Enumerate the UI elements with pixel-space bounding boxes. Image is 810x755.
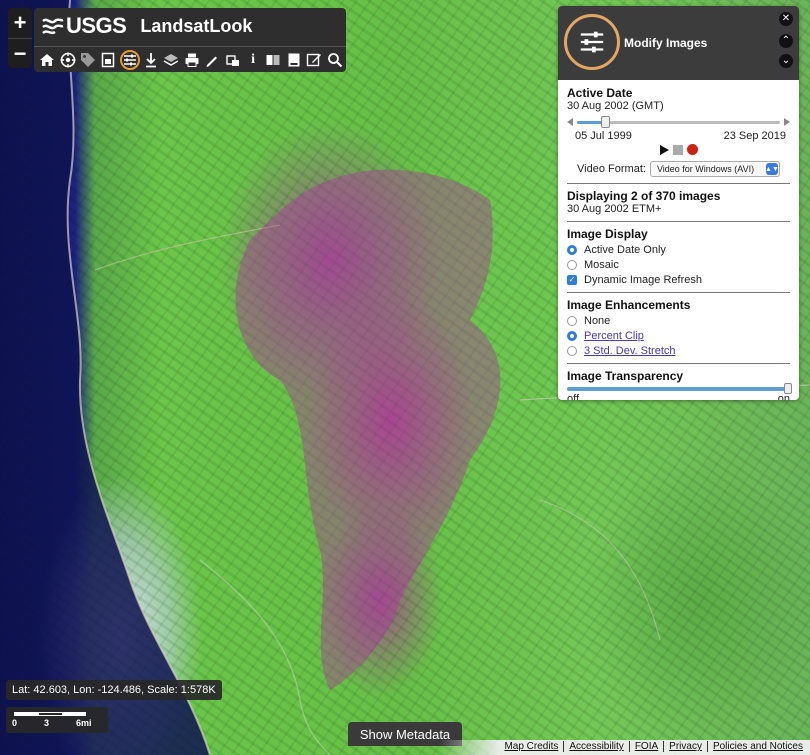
radio-label: Mosaic	[584, 258, 619, 271]
scale-label-6mi: 6mi	[76, 718, 92, 728]
radio-button[interactable]	[567, 330, 577, 341]
transparency-heading: Image Transparency	[567, 369, 684, 383]
range-start: 05 Jul 1999	[575, 130, 632, 142]
radio-button[interactable]	[567, 259, 577, 270]
sliders-icon[interactable]	[119, 49, 140, 70]
target-icon[interactable]	[58, 50, 76, 70]
close-button[interactable]: ✕	[779, 12, 793, 26]
radio-button[interactable]	[567, 244, 577, 255]
footer-link-map-credits[interactable]: Map Credits	[499, 741, 563, 752]
footer-link-accessibility[interactable]: Accessibility	[563, 741, 628, 752]
app-title: LandsatLook	[140, 15, 253, 36]
compare-icon[interactable]	[264, 50, 282, 70]
displaying-heading: Displaying 2 of 370 images	[567, 189, 721, 203]
download-icon[interactable]	[142, 50, 160, 70]
modify-images-icon	[564, 14, 620, 70]
divider	[567, 183, 790, 184]
app-header: USGS LandsatLook i	[34, 8, 346, 72]
video-format-value: Video for Windows (AVI)	[656, 164, 755, 174]
pencil-icon[interactable]	[203, 50, 221, 70]
scale-label-3: 3	[44, 718, 50, 728]
usgs-logo[interactable]: USGS	[42, 13, 127, 39]
search-icon[interactable]	[325, 50, 343, 70]
transparency-thumb[interactable]	[784, 383, 792, 394]
checkbox-dynamic-refresh[interactable]: ✓ Dynamic Image Refresh	[567, 273, 790, 286]
checkbox[interactable]: ✓	[567, 274, 577, 285]
radio-button[interactable]	[567, 315, 577, 326]
zoom-in-button[interactable]: +	[8, 8, 32, 38]
zoom-controls: + −	[8, 8, 32, 68]
slider-left-arrow[interactable]	[567, 118, 573, 126]
toolbar: i	[34, 46, 346, 72]
image-display-heading: Image Display	[567, 227, 648, 241]
enhancements-heading: Image Enhancements	[567, 298, 691, 312]
radio-label: None	[584, 314, 611, 327]
usgs-logo-text: USGS	[66, 13, 127, 38]
transparency-off-label: off	[567, 393, 580, 400]
divider	[567, 221, 790, 222]
footer-link-foia[interactable]: FOIA	[628, 741, 663, 752]
playback-controls	[567, 144, 790, 155]
radio-mosaic[interactable]: Mosaic	[567, 258, 790, 271]
document-icon[interactable]	[99, 50, 117, 70]
layers-icon[interactable]	[162, 50, 180, 70]
expand-down-button[interactable]: ⌄	[779, 54, 793, 68]
radio-label: Active Date Only	[584, 243, 666, 256]
zoom-out-button[interactable]: −	[8, 38, 32, 68]
info-label: i	[251, 51, 255, 67]
checkbox-label: Dynamic Image Refresh	[584, 273, 702, 286]
panel-title: Modify Images	[624, 36, 708, 50]
slider-thumb[interactable]	[601, 116, 611, 128]
record-icon[interactable]	[686, 144, 698, 155]
edit-icon[interactable]	[305, 50, 323, 70]
divider	[567, 292, 790, 293]
range-end: 23 Sep 2019	[723, 130, 786, 142]
video-format-select[interactable]: Video for Windows (AVI) ▲▼	[649, 161, 780, 177]
scale-segment	[15, 713, 39, 715]
scale-bar: 0 3 6mi	[6, 707, 108, 733]
home-icon[interactable]	[38, 50, 56, 70]
stop-icon[interactable]	[672, 144, 683, 155]
divider	[567, 363, 790, 364]
radio-label[interactable]: 3 Std. Dev. Stretch	[584, 345, 676, 357]
radio-std-dev-stretch[interactable]: 3 Std. Dev. Stretch	[567, 344, 790, 357]
info-icon[interactable]: i	[244, 50, 262, 70]
radio-label[interactable]: Percent Clip	[584, 330, 644, 342]
play-icon[interactable]	[659, 144, 669, 155]
transparency-on-label: on	[777, 393, 790, 400]
print-icon[interactable]	[183, 50, 201, 70]
displaying-detail: 30 Aug 2002 ETM+	[567, 203, 662, 215]
transparency-slider[interactable]	[567, 383, 792, 394]
slider-right-arrow[interactable]	[784, 118, 790, 126]
coordinates-readout: Lat: 42.603, Lon: -124.486, Scale: 1:578…	[6, 680, 222, 700]
active-date-value: 30 Aug 2002 (GMT)	[567, 100, 664, 112]
usgs-waves-icon	[42, 18, 64, 35]
radio-none[interactable]: None	[567, 314, 790, 327]
select-caret-icon: ▲▼	[765, 163, 779, 175]
tag-icon[interactable]	[79, 50, 97, 70]
scale-label-0: 0	[12, 718, 18, 728]
scale-bar-graphic	[14, 712, 86, 716]
video-format-label: Video Format:	[577, 163, 646, 175]
radio-percent-clip[interactable]: Percent Clip	[567, 329, 790, 342]
location-icon[interactable]	[223, 50, 241, 70]
footer-link-privacy[interactable]: Privacy	[663, 741, 707, 752]
modify-images-panel: Modify Images ✕ ⌃ ⌄ Active Date 30 Aug 2…	[558, 6, 799, 400]
book-icon[interactable]	[285, 50, 303, 70]
date-slider[interactable]	[567, 115, 790, 129]
footer-link-policies[interactable]: Policies and Notices	[706, 741, 808, 752]
radio-active-date-only[interactable]: Active Date Only	[567, 243, 790, 256]
radio-button[interactable]	[567, 345, 577, 356]
scale-segment	[62, 713, 86, 715]
active-date-heading: Active Date	[567, 86, 633, 100]
collapse-up-button[interactable]: ⌃	[779, 34, 793, 48]
footer-links: Map Credits Accessibility FOIA Privacy P…	[499, 741, 808, 752]
panel-header: Modify Images ✕ ⌃ ⌄	[558, 6, 799, 80]
